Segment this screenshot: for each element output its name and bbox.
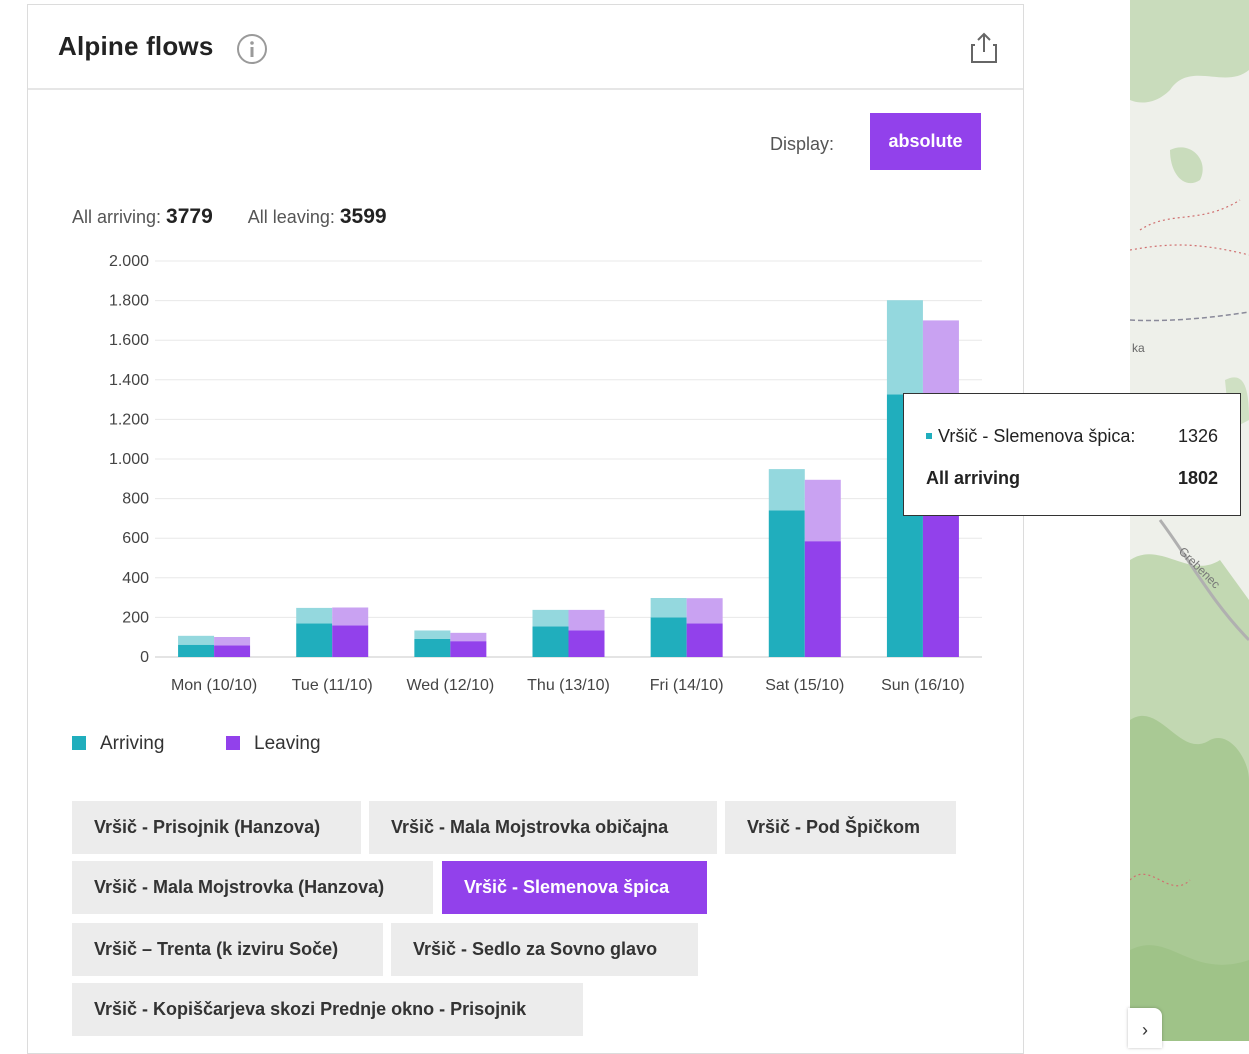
map-canvas: ka Grebenec — [1130, 0, 1249, 1041]
bar-leaving-other — [214, 637, 251, 646]
route-button-prisojnik-hanzova[interactable]: Vršič - Prisojnik (Hanzova) — [72, 801, 361, 854]
tooltip-total-label: All arriving — [926, 468, 1021, 488]
info-icon[interactable] — [236, 33, 268, 65]
map-label: ka — [1132, 341, 1145, 355]
tooltip-series-row: Vršič - Slemenova špica: 1326 — [926, 426, 1218, 447]
all-arriving-value: 3779 — [166, 205, 213, 228]
route-button-sedlo-za-sovno-glavo[interactable]: Vršič - Sedlo za Sovno glavo — [391, 923, 698, 976]
route-button-kopiscarjeva[interactable]: Vršič - Kopiščarjeva skozi Prednje okno … — [72, 983, 583, 1036]
x-tick-label: Fri (14/10) — [650, 677, 724, 694]
legend-label: Leaving — [254, 733, 321, 754]
y-tick-label: 1.200 — [109, 411, 149, 428]
bar-leaving-other — [686, 598, 723, 624]
panel-title: Alpine flows — [58, 31, 214, 61]
bar-arriving-selected — [414, 638, 451, 657]
flows-bar-chart: 0 200 400 600 800 1.000 1.200 1.400 1.600 1.800 2.… — [109, 253, 982, 694]
bar-leaving-selected — [568, 630, 605, 657]
y-tick-label: 1.800 — [109, 293, 149, 310]
y-tick-label: 800 — [122, 491, 149, 508]
y-tick-label: 1.400 — [109, 372, 149, 389]
legend-label: Arriving — [100, 733, 165, 754]
all-arriving-label: All arriving: — [72, 207, 162, 227]
all-leaving-value: 3599 — [339, 205, 387, 228]
bar-arriving-other — [768, 469, 805, 511]
x-tick-label: Sun (16/10) — [881, 677, 965, 694]
bar-arriving-other — [296, 607, 333, 624]
route-button-trenta-izvir-soce[interactable]: Vršič – Trenta (k izviru Soče) — [72, 923, 383, 976]
bar-leaving-selected — [214, 645, 251, 657]
x-tick-label: Mon (10/10) — [171, 677, 257, 694]
display-mode-button[interactable]: absolute — [870, 113, 981, 170]
bar-arriving-selected — [768, 510, 805, 657]
all-leaving-label: All leaving: — [247, 207, 335, 227]
y-tick-label: 200 — [122, 609, 149, 626]
y-tick-label: 2.000 — [109, 253, 149, 270]
x-tick-label: Thu (13/10) — [527, 677, 610, 694]
bar-leaving-selected — [332, 625, 369, 657]
route-button-slemenova-spica[interactable]: Vršič - Slemenova špica — [442, 861, 707, 914]
bar-arriving-selected — [178, 644, 215, 657]
chart-tooltip: Vršič - Slemenova špica: 1326 All arrivi… — [903, 393, 1241, 516]
display-label: Display: — [770, 134, 835, 154]
y-tick-label: 0 — [140, 649, 149, 666]
chevron-right-icon[interactable]: › — [1128, 1008, 1162, 1048]
legend-swatch-leaving — [226, 736, 240, 750]
x-tick-label: Sat (15/10) — [765, 677, 844, 694]
bar-leaving-selected — [804, 541, 841, 657]
bar-leaving-selected — [450, 641, 487, 657]
bar-leaving-other — [804, 479, 841, 542]
tooltip-series-marker — [926, 433, 932, 439]
route-button-mala-mojstrovka-obicajna[interactable]: Vršič - Mala Mojstrovka običajna — [369, 801, 717, 854]
bar-arriving-selected — [532, 626, 569, 657]
x-tick-label: Tue (11/10) — [292, 677, 373, 694]
bar-arriving-other — [650, 597, 687, 618]
alpine-flows-panel: Alpine flows Display: absolute All arriv… — [27, 4, 1024, 1054]
panel-header: Alpine flows — [28, 5, 1023, 90]
bar-arriving-other — [886, 300, 923, 395]
bar-arriving-other — [414, 630, 451, 639]
totals-summary: All arriving: 3779 All leaving: 3599 — [72, 205, 387, 229]
route-button-pod-spickom[interactable]: Vršič - Pod Špičkom — [725, 801, 956, 854]
bar-leaving-other — [332, 607, 369, 626]
tooltip-total-row: All arriving 1802 — [926, 468, 1218, 489]
y-tick-label: 400 — [122, 570, 149, 587]
map-view[interactable]: ka Grebenec — [1130, 0, 1249, 1041]
route-button-mala-mojstrovka-hanzova[interactable]: Vršič - Mala Mojstrovka (Hanzova) — [72, 861, 433, 914]
tooltip-total-value: 1802 — [1177, 468, 1218, 488]
bar-arriving-selected — [650, 617, 687, 657]
tooltip-series-label: Vršič - Slemenova špica: — [938, 426, 1136, 446]
legend-item-leaving[interactable]: Leaving — [226, 733, 321, 755]
x-tick-label: Wed (12/10) — [406, 677, 494, 694]
legend-item-arriving[interactable]: Arriving — [72, 733, 164, 755]
bar-arriving-other — [178, 635, 215, 645]
bar-leaving-other — [450, 632, 487, 642]
y-tick-label: 1.000 — [109, 451, 149, 468]
bar-arriving-other — [532, 609, 569, 627]
bar-leaving-selected — [686, 623, 723, 657]
tooltip-series-value: 1326 — [1177, 426, 1218, 446]
y-tick-label: 1.600 — [109, 332, 149, 349]
bar-arriving-selected — [296, 623, 333, 657]
legend-swatch-arriving — [72, 736, 86, 750]
bar-leaving-other — [568, 609, 605, 631]
y-tick-label: 600 — [122, 530, 149, 547]
share-icon[interactable] — [968, 31, 1000, 65]
